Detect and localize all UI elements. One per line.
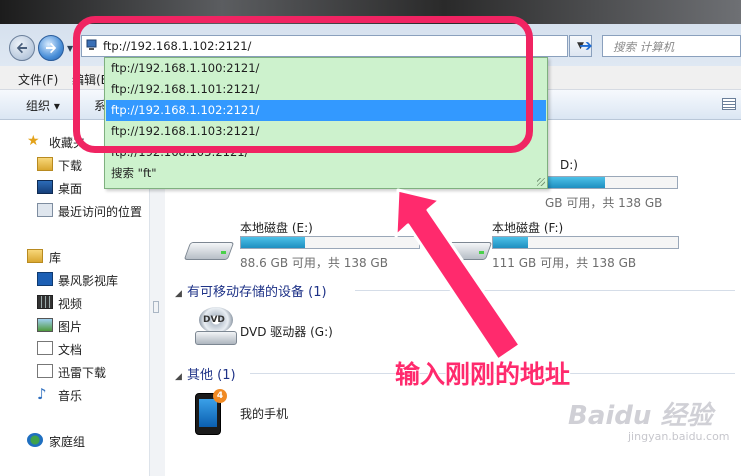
phone-screen [199, 399, 217, 427]
drive-d-usage-fill [546, 177, 605, 188]
drive-e-name: 本地磁盘 (E:) [240, 221, 313, 235]
organize-label: 组织 [26, 99, 51, 113]
drive-f-hdd-icon [441, 236, 493, 262]
nav-homegroup-label: 家庭组 [49, 435, 86, 449]
nav-libraries-label: 库 [49, 251, 62, 265]
section-other[interactable]: ◢ 其他 (1) [175, 364, 236, 383]
dvd-drive-icon: DVD [195, 307, 237, 347]
nav-video-label: 视频 [58, 297, 83, 311]
drive-e-led [221, 251, 226, 254]
drive-g-name: DVD 驱动器 (G:) [240, 325, 333, 339]
forward-arrow-icon [46, 42, 57, 54]
menu-file[interactable]: 文件(F) [18, 71, 58, 88]
back-button[interactable] [9, 35, 35, 61]
view-options-icon[interactable] [722, 98, 736, 110]
section-other-title: 其他 (1) [187, 368, 236, 383]
search-input[interactable]: 搜索 计算机 [602, 35, 741, 57]
star-icon: ★ [27, 133, 40, 149]
section-divider [355, 290, 735, 291]
nav-storm-label: 暴风影视库 [58, 274, 119, 288]
drive-e-hdd-icon [183, 236, 235, 262]
drive-f-led [479, 251, 484, 254]
download-folder-icon [37, 157, 53, 171]
drive-f-usage-fill [493, 237, 529, 248]
drive-e-usage-bar [240, 236, 420, 249]
section-removable-title: 有可移动存储的设备 (1) [187, 285, 327, 300]
nav-download-label: 下载 [58, 159, 83, 173]
go-arrow-icon[interactable]: ➔ [575, 37, 597, 57]
drive-d-free: GB 可用，共 138 GB [545, 196, 663, 210]
dvd-tray [195, 331, 237, 345]
back-arrow-icon [16, 42, 27, 54]
dropdown-search-item[interactable]: 搜索 "ft" [106, 163, 546, 184]
nav-documents-label: 文档 [58, 343, 83, 357]
nav-xunlei-label: 迅雷下载 [58, 366, 107, 380]
drive-d-name: D:) [560, 158, 578, 172]
forward-button[interactable] [38, 35, 64, 61]
annotation-text: 输入刚刚的地址 [395, 360, 571, 389]
nav-music-label: 音乐 [58, 389, 83, 403]
organize-button[interactable]: 组织 ▾ [26, 97, 60, 114]
dvd-badge: DVD [203, 315, 225, 325]
drive-e-free: 88.6 GB 可用，共 138 GB [240, 256, 388, 270]
nav-recent-label: 最近访问的位置 [58, 205, 143, 219]
homegroup-icon [27, 433, 43, 447]
phone-notification-badge: 4 [213, 389, 227, 403]
xunlei-folder-icon [37, 364, 53, 378]
baidu-watermark-url: jingyan.baidu.com [628, 430, 730, 443]
expand-triangle-icon[interactable]: ◢ [175, 289, 187, 299]
drive-f-name: 本地磁盘 (F:) [492, 221, 564, 235]
picture-icon [37, 318, 53, 332]
search-placeholder: 搜索 计算机 [613, 40, 675, 54]
dropdown-resize-grip[interactable] [537, 178, 545, 186]
baidu-watermark-logo: Baidu 经验 [568, 401, 713, 431]
document-icon [37, 341, 53, 355]
highlight-ring [73, 16, 533, 153]
my-phone-name: 我的手机 [240, 407, 289, 421]
drive-f-usage-bar [492, 236, 679, 249]
drive-e-hdd-body [183, 242, 235, 260]
drive-e-usage-fill [241, 237, 306, 248]
library-icon [27, 249, 43, 263]
section-removable[interactable]: ◢ 有可移动存储的设备 (1) [175, 281, 327, 300]
drive-f-free: 111 GB 可用，共 138 GB [492, 256, 637, 270]
music-note-icon: ♪ [37, 385, 47, 403]
phone-icon: 4 [195, 389, 227, 435]
storm-video-icon [37, 272, 53, 286]
expand-triangle-icon[interactable]: ◢ [175, 372, 187, 382]
nav-desktop-label: 桌面 [58, 182, 83, 196]
splitter-grip[interactable] [153, 301, 159, 313]
recent-places-icon [37, 203, 53, 217]
drive-d-usage-bar [545, 176, 678, 189]
desktop-icon [37, 180, 53, 194]
nav-pictures-label: 图片 [58, 320, 83, 334]
drive-f-hdd-body [441, 242, 493, 260]
film-icon [37, 295, 53, 309]
